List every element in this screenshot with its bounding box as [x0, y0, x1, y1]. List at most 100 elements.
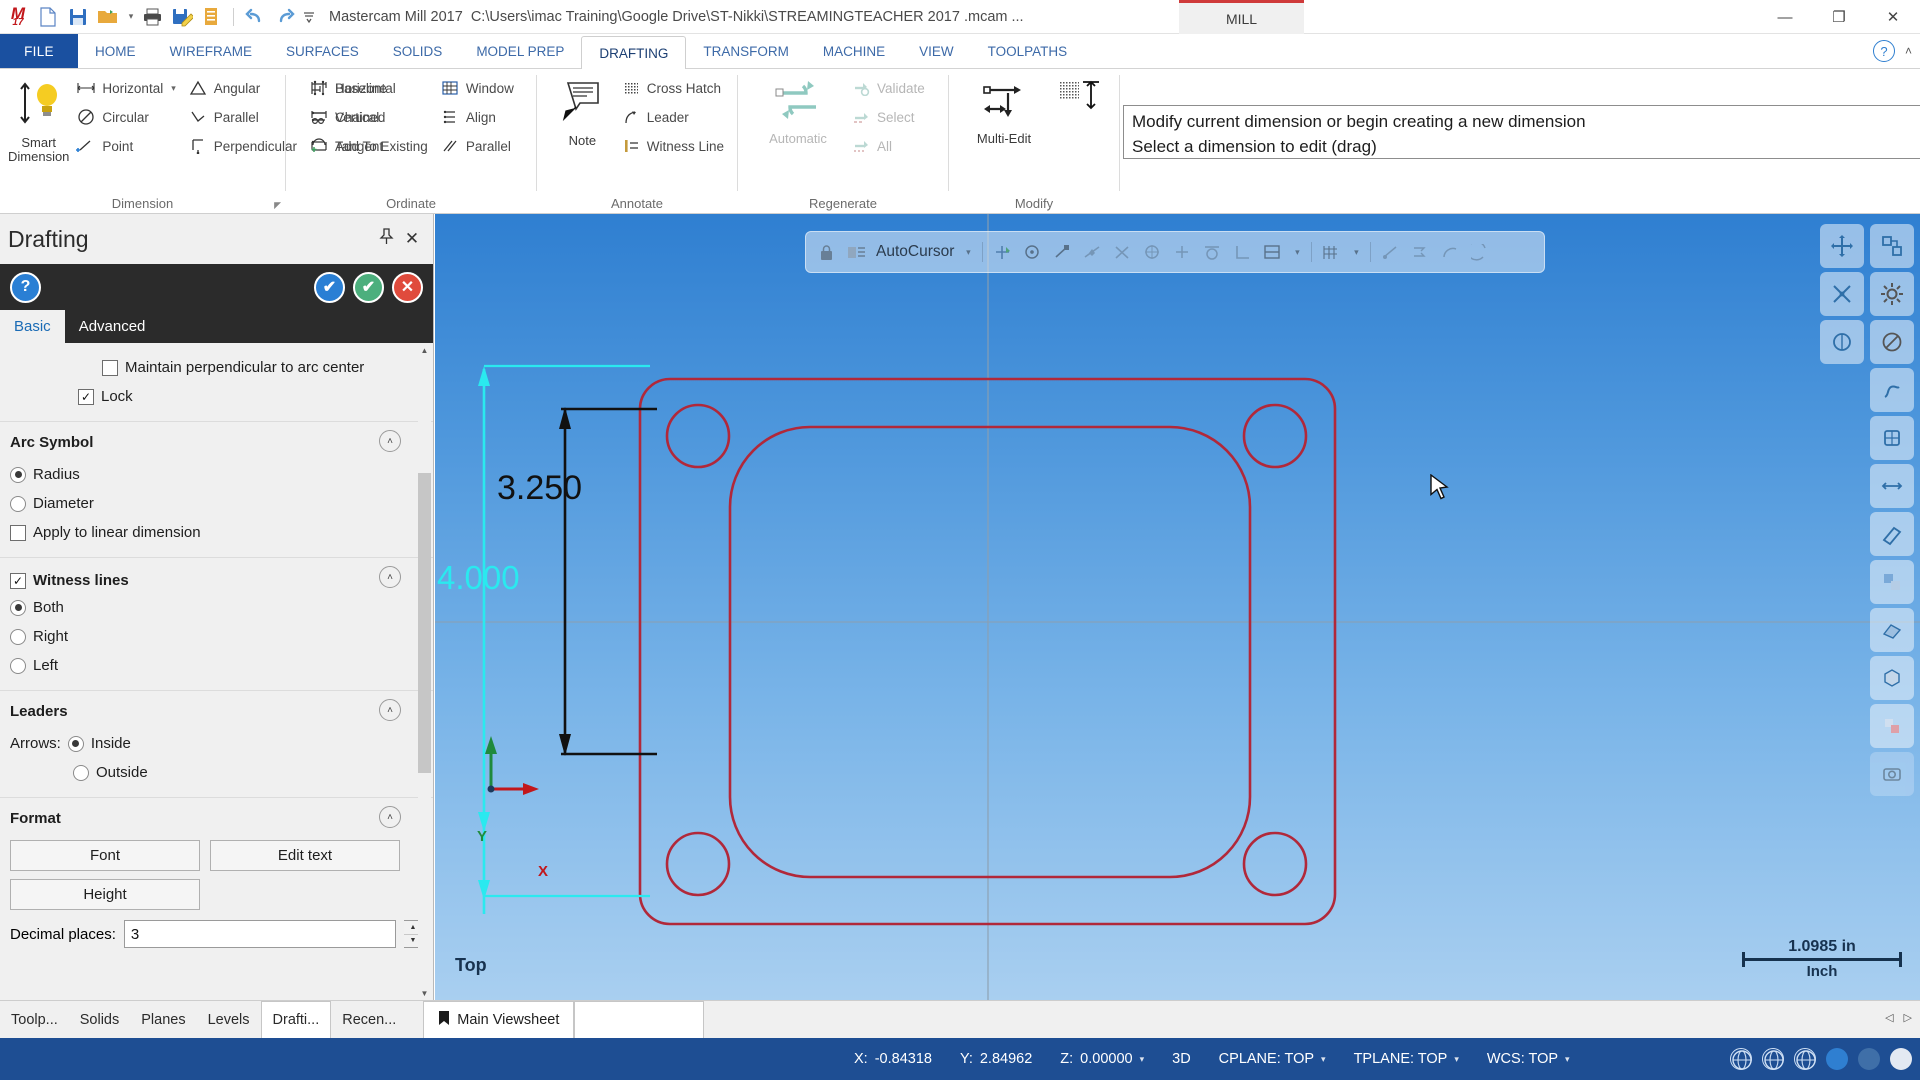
radius-radio[interactable] — [10, 466, 26, 483]
viewsheet-tab[interactable]: Main Viewsheet — [423, 1001, 575, 1038]
close-button[interactable]: ✕ — [1866, 0, 1920, 34]
nearest-snap-icon[interactable] — [1262, 242, 1283, 263]
tab-view[interactable]: VIEW — [902, 34, 971, 68]
validate-button[interactable]: Validate — [846, 75, 930, 101]
dim-perpendicular-button[interactable]: Perpendicular — [183, 133, 302, 159]
bottom-tab-drafting[interactable]: Drafti... — [260, 1001, 332, 1038]
panel-scroll-down-icon[interactable]: ▼ — [418, 986, 431, 1000]
collapse-ribbon-icon[interactable]: ˄ — [1905, 44, 1912, 58]
quadrant-snap-icon[interactable] — [1142, 242, 1163, 263]
tab-surfaces[interactable]: SURFACES — [269, 34, 376, 68]
relative-snap-icon[interactable] — [1380, 242, 1401, 263]
automatic-regen-button[interactable]: Automatic — [752, 75, 844, 146]
section-icon[interactable] — [1870, 512, 1914, 556]
snap-caret-down-icon[interactable]: ▾ — [1292, 242, 1302, 263]
tab-file[interactable]: FILE — [0, 34, 78, 68]
panel-scroll-up-icon[interactable]: ▲ — [418, 343, 431, 357]
outside-radio[interactable] — [73, 764, 89, 781]
top-view-icon[interactable] — [1820, 320, 1864, 364]
autocursor-toolbar[interactable]: AutoCursor ▾ ▾ ▾ — [805, 231, 1545, 273]
maintain-perpendicular-checkbox[interactable] — [102, 359, 118, 376]
status-cplane[interactable]: CPLANE: TOP ▾ — [1205, 1051, 1340, 1067]
new-file-icon[interactable] — [34, 3, 62, 31]
witness-lines-collapse-icon[interactable]: ˄ — [379, 566, 401, 588]
grid-caret-down-icon[interactable]: ▾ — [1351, 242, 1361, 263]
autocursor-mode-icon[interactable] — [846, 242, 867, 263]
inside-radio[interactable] — [67, 735, 84, 752]
print-icon[interactable] — [138, 3, 166, 31]
origin-snap-icon[interactable] — [992, 242, 1013, 263]
open-folder-icon[interactable] — [94, 3, 122, 31]
solid-shade-icon[interactable] — [1870, 656, 1914, 700]
right-radio[interactable] — [10, 628, 26, 645]
diameter-radio[interactable] — [10, 495, 26, 512]
help-icon[interactable]: ? — [1872, 40, 1895, 62]
smart-dimension-button[interactable]: Smart Dimension — [8, 75, 69, 164]
ok-button[interactable]: ✔ — [353, 271, 384, 303]
tab-machine[interactable]: MACHINE — [806, 34, 902, 68]
both-radio[interactable] — [10, 599, 26, 616]
tab-advanced[interactable]: Advanced — [65, 310, 160, 343]
point-snap-icon[interactable] — [1172, 242, 1193, 263]
delta-snap-icon[interactable] — [1410, 242, 1431, 263]
tplane-chevron-down-icon[interactable]: ▾ — [1454, 1054, 1459, 1065]
chevron-down-icon[interactable]: ▾ — [171, 83, 176, 94]
wcs-chevron-down-icon[interactable]: ▾ — [1565, 1054, 1570, 1065]
ordinate-parallel-button[interactable]: Parallel — [435, 133, 519, 159]
isometric-view-icon[interactable] — [1820, 272, 1864, 316]
radio-both[interactable]: Both — [10, 593, 423, 622]
bottom-tab-recent[interactable]: Recen... — [331, 1001, 407, 1038]
dim-circular-button[interactable]: Circular — [71, 104, 180, 130]
tangent-snap-icon[interactable] — [1202, 242, 1223, 263]
bottom-tab-solids[interactable]: Solids — [69, 1001, 131, 1038]
all-regen-button[interactable]: All — [846, 133, 930, 159]
add-to-existing-button[interactable]: Add To Existing — [304, 133, 433, 159]
caret-down-icon[interactable]: ▾ — [963, 242, 973, 263]
decimal-places-input[interactable]: 3 — [123, 920, 396, 948]
pin-icon[interactable] — [373, 228, 399, 250]
open-dropdown-caret-icon[interactable]: ▾ — [124, 3, 136, 31]
apply-linear-checkbox[interactable] — [10, 524, 26, 541]
dimension-dialog-launcher-icon[interactable]: ◤ — [274, 200, 281, 211]
font-button[interactable]: Font — [10, 840, 200, 871]
status-wcs[interactable]: WCS: TOP ▾ — [1473, 1051, 1584, 1067]
left-radio[interactable] — [10, 657, 26, 674]
repaint-icon[interactable] — [1870, 224, 1914, 268]
product-tab-mill[interactable]: MILL — [1179, 0, 1304, 34]
dynamic-rotate-icon[interactable] — [1870, 368, 1914, 412]
undo-icon[interactable] — [241, 3, 269, 31]
file-properties-icon[interactable] — [198, 3, 226, 31]
tab-drafting[interactable]: DRAFTING — [581, 36, 687, 70]
radio-left[interactable]: Left — [10, 651, 423, 680]
viewsheet-add-area[interactable] — [574, 1001, 705, 1038]
globe-wcs-icon[interactable] — [1730, 1048, 1752, 1070]
radio-right[interactable]: Right — [10, 622, 423, 651]
tab-model-prep[interactable]: MODEL PREP — [459, 34, 581, 68]
bottom-tab-planes[interactable]: Planes — [130, 1001, 196, 1038]
modify-dimension-button[interactable] — [1057, 75, 1105, 118]
panel-scrollbar-thumb[interactable] — [418, 473, 431, 773]
shade-surface-icon[interactable] — [1870, 608, 1914, 652]
dim-angular-button[interactable]: Angular — [183, 75, 302, 101]
material-icon[interactable] — [1870, 704, 1914, 748]
globe-cplane-icon[interactable] — [1762, 1048, 1784, 1070]
witness-lines-toggle[interactable]: ✓ Witness lines — [10, 564, 423, 593]
tab-transform[interactable]: TRANSFORM — [686, 34, 806, 68]
cross-hatch-button[interactable]: Cross Hatch — [616, 75, 729, 101]
format-collapse-icon[interactable]: ˄ — [379, 806, 401, 828]
ordinate-horizontal-button[interactable]: Horizontal — [304, 75, 433, 101]
select-regen-button[interactable]: Select — [846, 104, 930, 130]
option-lock[interactable]: ✓ Lock — [10, 382, 423, 411]
panel-close-icon[interactable]: ✕ — [399, 229, 425, 249]
grid-snap-icon[interactable] — [1321, 242, 1342, 263]
color-swatch-light-icon[interactable] — [1890, 1048, 1912, 1070]
leaders-collapse-icon[interactable]: ˄ — [379, 699, 401, 721]
edit-text-button[interactable]: Edit text — [210, 840, 400, 871]
apply-button[interactable]: ✔ — [314, 271, 345, 303]
witness-lines-checkbox[interactable]: ✓ — [10, 572, 26, 589]
radio-arrows-outside[interactable]: Outside — [10, 758, 423, 787]
graphics-viewport[interactable]: 4.000 3.250 Y X AutoCursor ▾ ▾ ▾ Top 1.0… — [435, 214, 1920, 1000]
color-swatch-darkblue-icon[interactable] — [1858, 1048, 1880, 1070]
wireframe-shade-icon[interactable] — [1870, 416, 1914, 460]
perpendicular-snap-icon[interactable] — [1232, 242, 1253, 263]
